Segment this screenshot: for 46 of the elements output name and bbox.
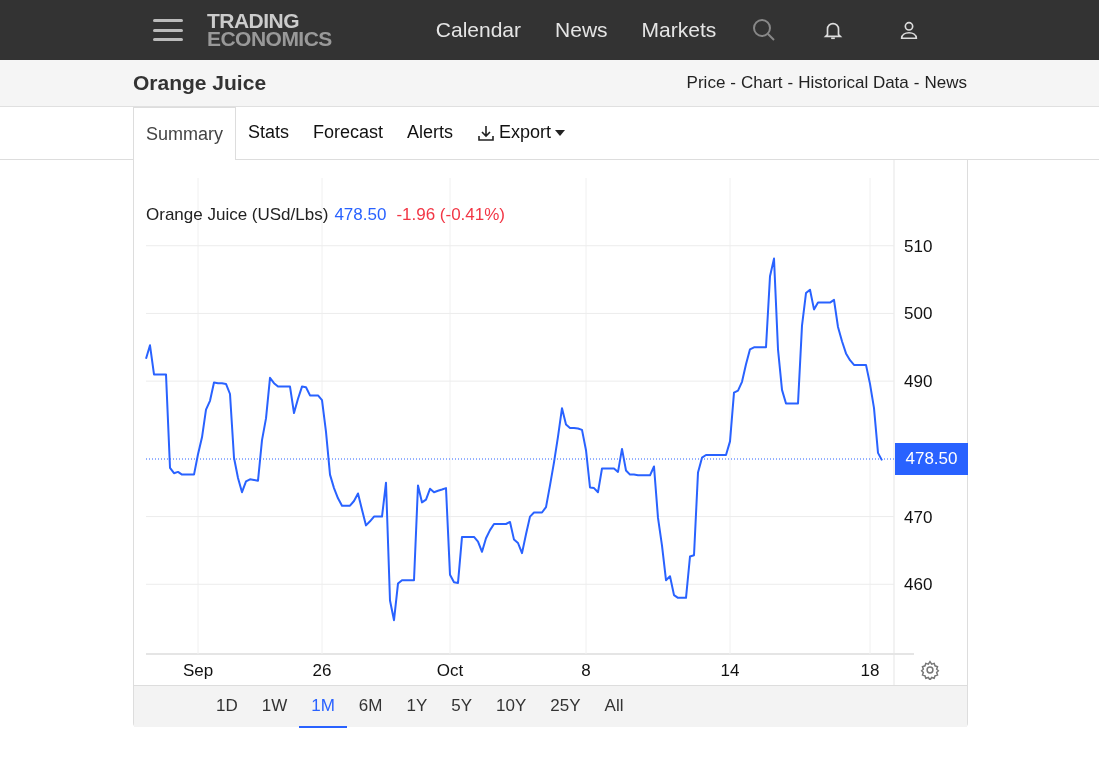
header-link[interactable]: Historical Data xyxy=(798,70,909,96)
y-axis-label: 470 xyxy=(904,507,933,527)
x-axis-label: 26 xyxy=(312,661,332,680)
last-price-label: 478.50 xyxy=(895,443,968,475)
nav-link[interactable]: News xyxy=(555,14,608,46)
caret-icon xyxy=(555,129,566,136)
y-axis-label: 460 xyxy=(904,575,933,595)
range-button[interactable]: 1M xyxy=(299,686,347,728)
header-link[interactable]: Chart xyxy=(741,70,783,96)
header-link[interactable]: Price xyxy=(686,70,726,96)
range-button[interactable]: 10Y xyxy=(484,686,539,728)
header-link[interactable]: News xyxy=(924,70,967,96)
range-button[interactable]: 1Y xyxy=(394,686,440,728)
x-axis-label: 14 xyxy=(720,661,740,680)
x-axis-label: Oct xyxy=(436,661,464,680)
nav-link[interactable]: Calendar xyxy=(435,14,522,46)
range-button[interactable]: 5Y xyxy=(439,686,485,728)
y-axis-label: 510 xyxy=(904,236,933,256)
x-axis-label: 8 xyxy=(581,661,591,680)
legend-change: -1.96 (-0.41%) xyxy=(396,204,506,226)
tab[interactable]: Stats xyxy=(236,106,302,159)
page-title: Orange Juice xyxy=(133,70,267,97)
x-axis-label: Sep xyxy=(182,661,214,680)
search-icon[interactable] xyxy=(752,18,777,42)
range-button[interactable]: 25Y xyxy=(538,686,593,728)
nav-link[interactable]: Markets xyxy=(641,14,717,46)
tab[interactable]: Alerts xyxy=(395,106,466,159)
link-separator: - xyxy=(913,72,920,95)
range-button[interactable]: 1W xyxy=(249,686,300,728)
tab[interactable]: Export xyxy=(465,106,578,159)
tab[interactable]: Forecast xyxy=(301,106,396,159)
settings-icon[interactable] xyxy=(920,660,940,680)
y-axis-label: 490 xyxy=(904,372,933,392)
menu-icon[interactable] xyxy=(153,18,183,42)
range-button[interactable]: 6M xyxy=(346,686,395,728)
legend-price: 478.50 xyxy=(334,204,387,226)
logo[interactable]: TRADING ECONOMICS xyxy=(207,12,332,48)
y-axis-label: 500 xyxy=(904,304,933,324)
tab[interactable]: Summary xyxy=(133,107,236,160)
link-separator: - xyxy=(730,72,736,95)
download-icon xyxy=(477,123,496,142)
legend-name: Orange Juice (USd/Lbs) xyxy=(146,204,329,226)
x-axis-label: 18 xyxy=(860,661,880,680)
link-separator: - xyxy=(787,72,794,95)
range-button[interactable]: 1D xyxy=(204,686,250,728)
range-button[interactable]: All xyxy=(592,686,636,728)
